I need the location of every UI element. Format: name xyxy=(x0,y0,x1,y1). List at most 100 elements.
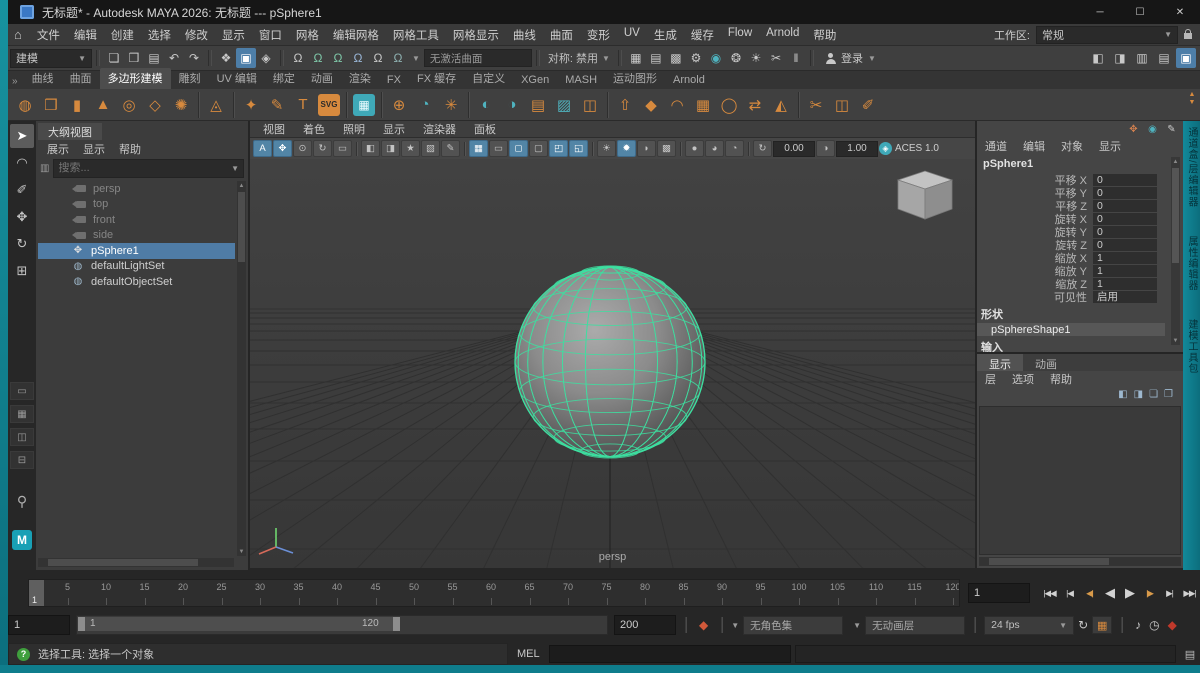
add-divisions-icon[interactable]: ▦ xyxy=(690,92,716,118)
outliner-toggle-icon[interactable]: ◧ xyxy=(1088,48,1108,68)
attribute-editor-toggle-icon[interactable]: ▥ xyxy=(1132,48,1152,68)
hypershade-icon[interactable]: ◉ xyxy=(706,48,726,68)
grease-pencil-icon[interactable]: ✎ xyxy=(441,140,460,157)
polygon-disc-icon[interactable]: ✺ xyxy=(168,92,194,118)
new-scene-icon[interactable]: ❏ xyxy=(104,48,124,68)
animation-start-field[interactable] xyxy=(8,615,70,635)
safe-action-icon[interactable]: ◰ xyxy=(549,140,568,157)
menu-item-19[interactable]: 帮助 xyxy=(806,27,843,43)
svg-tool-icon[interactable]: SVG xyxy=(318,94,340,116)
grid-toggle-icon[interactable]: ▦ xyxy=(469,140,488,157)
channel-attribute-value[interactable]: 1 xyxy=(1093,278,1157,290)
create-empty-layer-icon[interactable]: ❏ xyxy=(1149,389,1158,400)
wireframe-on-shaded-icon[interactable]: ◔ xyxy=(725,140,744,157)
camera-icon[interactable]: ◧ xyxy=(361,140,380,157)
outliner-menu-1[interactable]: 显示 xyxy=(76,141,112,157)
menu-item-18[interactable]: Arnold xyxy=(759,27,806,43)
render-setup-icon[interactable]: ❂ xyxy=(726,48,746,68)
outliner-hscrollbar[interactable] xyxy=(38,558,234,567)
command-input[interactable] xyxy=(549,645,791,663)
menu-item-12[interactable]: 曲面 xyxy=(543,27,580,43)
channel-attribute-value[interactable]: 0 xyxy=(1093,213,1157,225)
viewport-menu-1[interactable]: 着色 xyxy=(294,121,334,137)
bridge-icon[interactable]: ◠ xyxy=(664,92,690,118)
modeling-toolkit-toggle-icon[interactable]: ▣ xyxy=(1176,48,1196,68)
paint-select-tool[interactable]: ✐ xyxy=(10,178,34,202)
layer-list[interactable] xyxy=(979,406,1181,555)
play-forwards-button[interactable]: ▶ xyxy=(1120,583,1139,603)
channel-box-menu-3[interactable]: 显示 xyxy=(1091,138,1129,154)
select-hierarchy-icon[interactable]: ❖ xyxy=(216,48,236,68)
camera-attributes-icon[interactable]: ◨ xyxy=(381,140,400,157)
text-tool-icon[interactable]: T xyxy=(290,92,316,118)
outliner-item-defaultobjectset[interactable]: ◍defaultObjectSet xyxy=(38,274,235,290)
light-editor-icon[interactable]: ☀ xyxy=(746,48,766,68)
insert-edge-loop-icon[interactable]: ◫ xyxy=(829,92,855,118)
outliner-item-front[interactable]: front xyxy=(38,212,235,228)
shelf-tab-3[interactable]: 雕刻 xyxy=(171,68,209,89)
scroll-down-icon[interactable]: ▼ xyxy=(237,547,246,556)
viewport-dolly-icon[interactable]: ⊙ xyxy=(293,140,312,157)
step-back-frame-button[interactable]: ◀| xyxy=(1080,583,1099,603)
anti-alias-icon[interactable]: ▩ xyxy=(657,140,676,157)
view-transform-label[interactable]: ACES 1.0 xyxy=(893,143,939,154)
textured-display-icon[interactable]: ◕ xyxy=(705,140,724,157)
viewport-menu-2[interactable]: 照明 xyxy=(334,121,374,137)
polygon-cube-icon[interactable]: ❒ xyxy=(38,92,64,118)
undo-icon[interactable]: ↶ xyxy=(164,48,184,68)
center-pivot-icon[interactable]: ⊕ xyxy=(386,92,412,118)
make-live-icon[interactable]: Ω xyxy=(388,48,408,68)
create-layer-from-selected-icon[interactable]: ❐ xyxy=(1164,389,1173,400)
range-start-handle[interactable] xyxy=(78,617,85,631)
channel-box-menu-0[interactable]: 通道 xyxy=(977,138,1015,154)
exposure-field[interactable]: 0.00 xyxy=(773,141,815,157)
tab-attribute-editor[interactable]: 属性编辑器 xyxy=(1184,236,1199,291)
shelf-overflow-icon[interactable]: » xyxy=(8,76,24,89)
viewport-menu-3[interactable]: 显示 xyxy=(374,121,414,137)
exposure-toggle-icon[interactable]: ↻ xyxy=(753,140,772,157)
safe-title-icon[interactable]: ◱ xyxy=(569,140,588,157)
curve-star-icon[interactable]: ✦ xyxy=(238,92,264,118)
move-to-origin-icon[interactable]: ✳ xyxy=(438,92,464,118)
chevron-down-icon[interactable]: ▼ xyxy=(731,621,739,630)
layer-editor-hscrollbar[interactable] xyxy=(979,557,1181,566)
outliner-item-top[interactable]: top xyxy=(38,197,235,213)
polygon-torus-icon[interactable]: ◎ xyxy=(116,92,142,118)
layer-editor-menu-1[interactable]: 选项 xyxy=(1004,371,1042,387)
multi-cut-icon[interactable]: ✂ xyxy=(803,92,829,118)
menu-item-14[interactable]: UV xyxy=(617,27,647,43)
smooth-icon[interactable]: ▤ xyxy=(525,92,551,118)
shaded-display-icon[interactable]: ● xyxy=(685,140,704,157)
channel-attribute-value[interactable]: 启用 xyxy=(1093,291,1157,303)
bevel-icon[interactable]: ◆ xyxy=(638,92,664,118)
shelf-tab-12[interactable]: MASH xyxy=(557,72,605,89)
separate-icon[interactable]: ◑ xyxy=(499,92,525,118)
rotate-tool[interactable]: ↻ xyxy=(10,232,34,256)
tab-channel-box-layer-editor[interactable]: 通道盒/层编辑器 xyxy=(1184,127,1199,208)
view-cube[interactable] xyxy=(898,171,952,219)
search-input[interactable] xyxy=(54,162,231,174)
polygon-sphere-icon[interactable]: ◍ xyxy=(12,92,38,118)
image-plane-icon[interactable]: ▧ xyxy=(421,140,440,157)
shelf-tab-2[interactable]: 多边形建模 xyxy=(100,68,171,89)
resolution-gate-icon[interactable]: ◻ xyxy=(509,140,528,157)
flip-icon[interactable]: ⇄ xyxy=(742,92,768,118)
range-slider-track[interactable]: 1 120 xyxy=(76,615,608,635)
single-pane-layout-button[interactable]: ▭ xyxy=(10,382,34,400)
move-layer-down-icon[interactable]: ◨ xyxy=(1134,389,1143,400)
channel-attribute-value[interactable]: 0 xyxy=(1093,174,1157,186)
maya-m-badge[interactable]: M xyxy=(12,530,32,550)
render-frame-icon[interactable]: ▤ xyxy=(646,48,666,68)
maximize-button[interactable]: ☐ xyxy=(1120,0,1160,24)
scroll-down-icon[interactable]: ▼ xyxy=(1171,336,1180,345)
cached-playback-button[interactable]: ◷ xyxy=(1145,618,1163,632)
play-backwards-button[interactable]: ◀ xyxy=(1100,583,1119,603)
zoom-tool-button[interactable]: ⚲ xyxy=(11,490,33,512)
select-object-icon[interactable]: ▣ xyxy=(236,48,256,68)
render-settings-icon[interactable]: ⚙ xyxy=(686,48,706,68)
redo-icon[interactable]: ↷ xyxy=(184,48,204,68)
two-pane-side-layout-button[interactable]: ◫ xyxy=(10,428,34,446)
polygon-cone-icon[interactable]: ▲ xyxy=(90,92,116,118)
select-component-icon[interactable]: ◈ xyxy=(256,48,276,68)
shelf-tab-8[interactable]: FX xyxy=(379,72,409,89)
